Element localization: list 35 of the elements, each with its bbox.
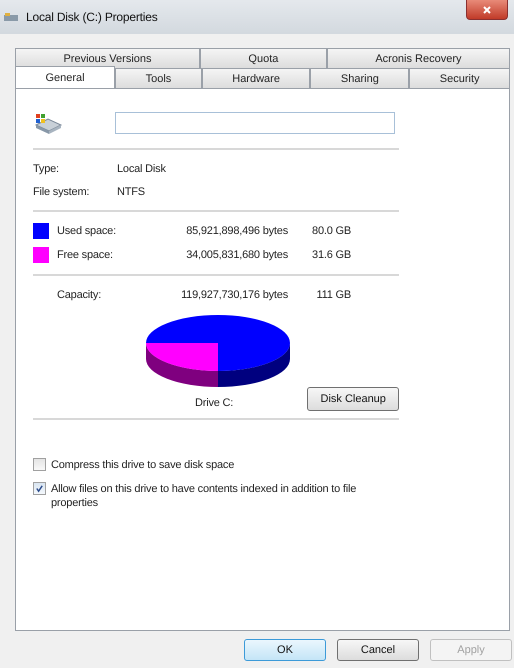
drive-icon: [4, 11, 20, 23]
dialog-button[interactable]: Cancel: [337, 639, 419, 661]
drive-caption: Drive C:: [195, 397, 234, 411]
close-icon: [482, 4, 492, 14]
size-value: 111 GB: [316, 289, 351, 301]
field-label: Type:: [33, 162, 60, 174]
byte-count: 119,927,730,176 bytes: [180, 289, 288, 301]
capacity-label: Capacity:: [57, 289, 102, 301]
space-label: Used space:: [57, 225, 117, 237]
tab[interactable]: Quota: [200, 48, 327, 68]
dialog-button[interactable]: OK: [244, 639, 326, 661]
checkbox[interactable]: [33, 482, 46, 495]
checkbox[interactable]: [33, 458, 46, 471]
drive-name-field[interactable]: [115, 112, 395, 134]
drive-icon: [33, 111, 63, 135]
size-value: 80.0 GB: [311, 225, 351, 237]
field-value: Local Disk: [117, 162, 166, 174]
tab[interactable]: Previous Versions: [15, 48, 200, 68]
byte-count: 85,921,898,496 bytes: [185, 225, 288, 237]
tab[interactable]: Security: [409, 68, 510, 88]
tab[interactable]: General: [15, 66, 116, 88]
close-button[interactable]: [466, 0, 508, 20]
window-title: Local Disk (C:) Properties: [26, 10, 158, 24]
byte-count: 34,005,831,680 bytes: [185, 249, 288, 261]
disk-cleanup-button[interactable]: Disk Cleanup: [307, 387, 399, 411]
field-label: File system:: [33, 186, 90, 198]
tab[interactable]: Sharing: [310, 68, 410, 88]
tab[interactable]: Acronis Recovery: [326, 48, 510, 68]
space-label: Free space:: [57, 249, 114, 261]
option-label: Allow files on this drive to have contents indexed in addition to file properties: [51, 482, 358, 510]
option-label: Compress this drive to save disk space: [51, 458, 236, 472]
tab[interactable]: Hardware: [202, 68, 310, 88]
field-value: NTFS: [117, 186, 145, 198]
size-value: 31.6 GB: [311, 249, 351, 261]
tab[interactable]: Tools: [115, 68, 202, 88]
